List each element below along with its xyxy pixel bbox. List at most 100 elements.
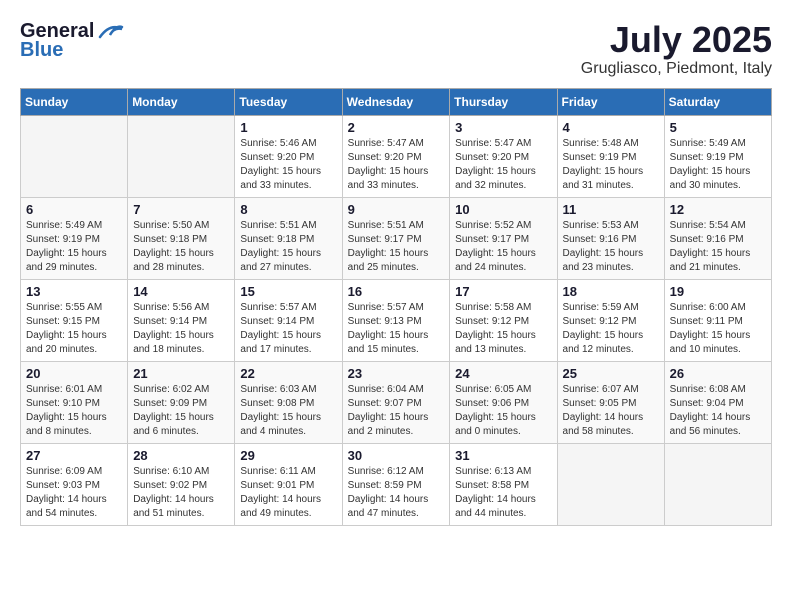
day-info: Sunrise: 5:53 AMSunset: 9:16 PMDaylight:…	[563, 219, 659, 275]
day-number: 4	[563, 120, 659, 135]
day-info: Sunrise: 6:11 AMSunset: 9:01 PMDaylight:…	[240, 465, 336, 521]
calendar-cell: 9Sunrise: 5:51 AMSunset: 9:17 PMDaylight…	[342, 197, 450, 279]
day-number: 21	[133, 366, 229, 381]
calendar-week-row: 20Sunrise: 6:01 AMSunset: 9:10 PMDayligh…	[21, 361, 772, 443]
day-info: Sunrise: 5:51 AMSunset: 9:18 PMDaylight:…	[240, 219, 336, 275]
day-number: 24	[455, 366, 551, 381]
calendar-cell: 29Sunrise: 6:11 AMSunset: 9:01 PMDayligh…	[235, 443, 342, 525]
calendar-cell: 12 Sunrise: 5:54 AMSunset: 9:16 PMDayligh…	[664, 197, 771, 279]
logo-blue-text: Blue	[20, 39, 63, 62]
calendar-cell: 28 Sunrise: 6:10 AMSunset: 9:02 PMDayligh…	[128, 443, 235, 525]
calendar-cell: 15Sunrise: 5:57 AMSunset: 9:14 PMDayligh…	[235, 279, 342, 361]
day-info: Sunrise: 5:50 AMSunset: 9:18 PMDaylight:…	[133, 219, 229, 275]
day-info: Sunrise: 5:47 AMSunset: 9:20 PMDaylight:…	[455, 137, 551, 193]
calendar-cell: 4 Sunrise: 5:48 AMSunset: 9:19 PMDaylight…	[557, 115, 664, 197]
day-info: Sunrise: 6:05 AMSunset: 9:06 PMDaylight:…	[455, 383, 551, 439]
calendar-cell: 20Sunrise: 6:01 AMSunset: 9:10 PMDayligh…	[21, 361, 128, 443]
day-number: 9	[348, 202, 445, 217]
day-number: 6	[26, 202, 122, 217]
logo-bird-icon	[96, 21, 124, 43]
calendar-cell: 16 Sunrise: 5:57 AMSunset: 9:13 PMDayligh…	[342, 279, 450, 361]
day-info: Sunrise: 6:09 AMSunset: 9:03 PMDaylight:…	[26, 465, 122, 521]
day-number: 12	[670, 202, 766, 217]
calendar-cell: 27Sunrise: 6:09 AMSunset: 9:03 PMDayligh…	[21, 443, 128, 525]
logo: General Blue	[20, 20, 124, 62]
day-number: 19	[670, 284, 766, 299]
day-of-week-header: Thursday	[450, 88, 557, 115]
calendar-cell	[21, 115, 128, 197]
day-info: Sunrise: 5:57 AMSunset: 9:13 PMDaylight:…	[348, 301, 445, 357]
calendar-cell: 1 Sunrise: 5:46 AMSunset: 9:20 PMDaylight…	[235, 115, 342, 197]
day-info: Sunrise: 6:12 AMSunset: 8:59 PMDaylight:…	[348, 465, 445, 521]
day-number: 5	[670, 120, 766, 135]
day-of-week-header: Wednesday	[342, 88, 450, 115]
calendar-cell: 17 Sunrise: 5:58 AMSunset: 9:12 PMDayligh…	[450, 279, 557, 361]
day-info: Sunrise: 5:58 AMSunset: 9:12 PMDaylight:…	[455, 301, 551, 357]
calendar-cell: 13 Sunrise: 5:55 AMSunset: 9:15 PMDayligh…	[21, 279, 128, 361]
day-info: Sunrise: 6:08 AMSunset: 9:04 PMDaylight:…	[670, 383, 766, 439]
day-info: Sunrise: 6:02 AMSunset: 9:09 PMDaylight:…	[133, 383, 229, 439]
day-info: Sunrise: 5:48 AMSunset: 9:19 PMDaylight:…	[563, 137, 659, 193]
day-number: 3	[455, 120, 551, 135]
calendar-cell: 18Sunrise: 5:59 AMSunset: 9:12 PMDayligh…	[557, 279, 664, 361]
calendar-header-row: SundayMondayTuesdayWednesdayThursdayFrid…	[21, 88, 772, 115]
day-info: Sunrise: 5:46 AMSunset: 9:20 PMDaylight:…	[240, 137, 336, 193]
calendar-cell	[664, 443, 771, 525]
calendar-cell: 23 Sunrise: 6:04 AMSunset: 9:07 PMDayligh…	[342, 361, 450, 443]
day-info: Sunrise: 5:59 AMSunset: 9:12 PMDaylight:…	[563, 301, 659, 357]
day-info: Sunrise: 5:52 AMSunset: 9:17 PMDaylight:…	[455, 219, 551, 275]
location-text: Grugliasco, Piedmont, Italy	[581, 60, 772, 78]
calendar-cell: 3 Sunrise: 5:47 AMSunset: 9:20 PMDaylight…	[450, 115, 557, 197]
calendar-cell: 21 Sunrise: 6:02 AMSunset: 9:09 PMDayligh…	[128, 361, 235, 443]
calendar-week-row: 6 Sunrise: 5:49 AMSunset: 9:19 PMDaylight…	[21, 197, 772, 279]
calendar-cell: 2Sunrise: 5:47 AMSunset: 9:20 PMDaylight…	[342, 115, 450, 197]
month-title: July 2025	[581, 20, 772, 60]
day-of-week-header: Saturday	[664, 88, 771, 115]
day-info: Sunrise: 5:54 AMSunset: 9:16 PMDaylight:…	[670, 219, 766, 275]
day-number: 1	[240, 120, 336, 135]
calendar-cell: 10 Sunrise: 5:52 AMSunset: 9:17 PMDayligh…	[450, 197, 557, 279]
title-section: July 2025 Grugliasco, Piedmont, Italy	[581, 20, 772, 78]
day-number: 2	[348, 120, 445, 135]
day-number: 16	[348, 284, 445, 299]
day-info: Sunrise: 6:04 AMSunset: 9:07 PMDaylight:…	[348, 383, 445, 439]
day-number: 26	[670, 366, 766, 381]
calendar-table: SundayMondayTuesdayWednesdayThursdayFrid…	[20, 88, 772, 526]
day-number: 11	[563, 202, 659, 217]
day-of-week-header: Friday	[557, 88, 664, 115]
day-of-week-header: Sunday	[21, 88, 128, 115]
calendar-cell: 26 Sunrise: 6:08 AMSunset: 9:04 PMDayligh…	[664, 361, 771, 443]
day-info: Sunrise: 5:56 AMSunset: 9:14 PMDaylight:…	[133, 301, 229, 357]
calendar-cell: 14 Sunrise: 5:56 AMSunset: 9:14 PMDayligh…	[128, 279, 235, 361]
calendar-cell	[557, 443, 664, 525]
day-number: 17	[455, 284, 551, 299]
calendar-cell: 25Sunrise: 6:07 AMSunset: 9:05 PMDayligh…	[557, 361, 664, 443]
day-of-week-header: Tuesday	[235, 88, 342, 115]
day-number: 15	[240, 284, 336, 299]
day-number: 14	[133, 284, 229, 299]
calendar-cell	[128, 115, 235, 197]
calendar-cell: 5Sunrise: 5:49 AMSunset: 9:19 PMDaylight…	[664, 115, 771, 197]
calendar-cell: 8Sunrise: 5:51 AMSunset: 9:18 PMDaylight…	[235, 197, 342, 279]
day-number: 20	[26, 366, 122, 381]
day-number: 28	[133, 448, 229, 463]
day-info: Sunrise: 5:49 AMSunset: 9:19 PMDaylight:…	[26, 219, 122, 275]
day-info: Sunrise: 6:00 AMSunset: 9:11 PMDaylight:…	[670, 301, 766, 357]
day-number: 22	[240, 366, 336, 381]
calendar-cell: 24 Sunrise: 6:05 AMSunset: 9:06 PMDayligh…	[450, 361, 557, 443]
calendar-cell: 11 Sunrise: 5:53 AMSunset: 9:16 PMDayligh…	[557, 197, 664, 279]
day-number: 30	[348, 448, 445, 463]
day-info: Sunrise: 6:03 AMSunset: 9:08 PMDaylight:…	[240, 383, 336, 439]
day-number: 10	[455, 202, 551, 217]
day-number: 23	[348, 366, 445, 381]
day-number: 13	[26, 284, 122, 299]
calendar-week-row: 27Sunrise: 6:09 AMSunset: 9:03 PMDayligh…	[21, 443, 772, 525]
day-info: Sunrise: 5:55 AMSunset: 9:15 PMDaylight:…	[26, 301, 122, 357]
calendar-week-row: 13 Sunrise: 5:55 AMSunset: 9:15 PMDayligh…	[21, 279, 772, 361]
calendar-cell: 31Sunrise: 6:13 AMSunset: 8:58 PMDayligh…	[450, 443, 557, 525]
calendar-cell: 19 Sunrise: 6:00 AMSunset: 9:11 PMDayligh…	[664, 279, 771, 361]
calendar-cell: 22 Sunrise: 6:03 AMSunset: 9:08 PMDayligh…	[235, 361, 342, 443]
day-info: Sunrise: 6:10 AMSunset: 9:02 PMDaylight:…	[133, 465, 229, 521]
day-info: Sunrise: 6:07 AMSunset: 9:05 PMDaylight:…	[563, 383, 659, 439]
day-info: Sunrise: 6:13 AMSunset: 8:58 PMDaylight:…	[455, 465, 551, 521]
